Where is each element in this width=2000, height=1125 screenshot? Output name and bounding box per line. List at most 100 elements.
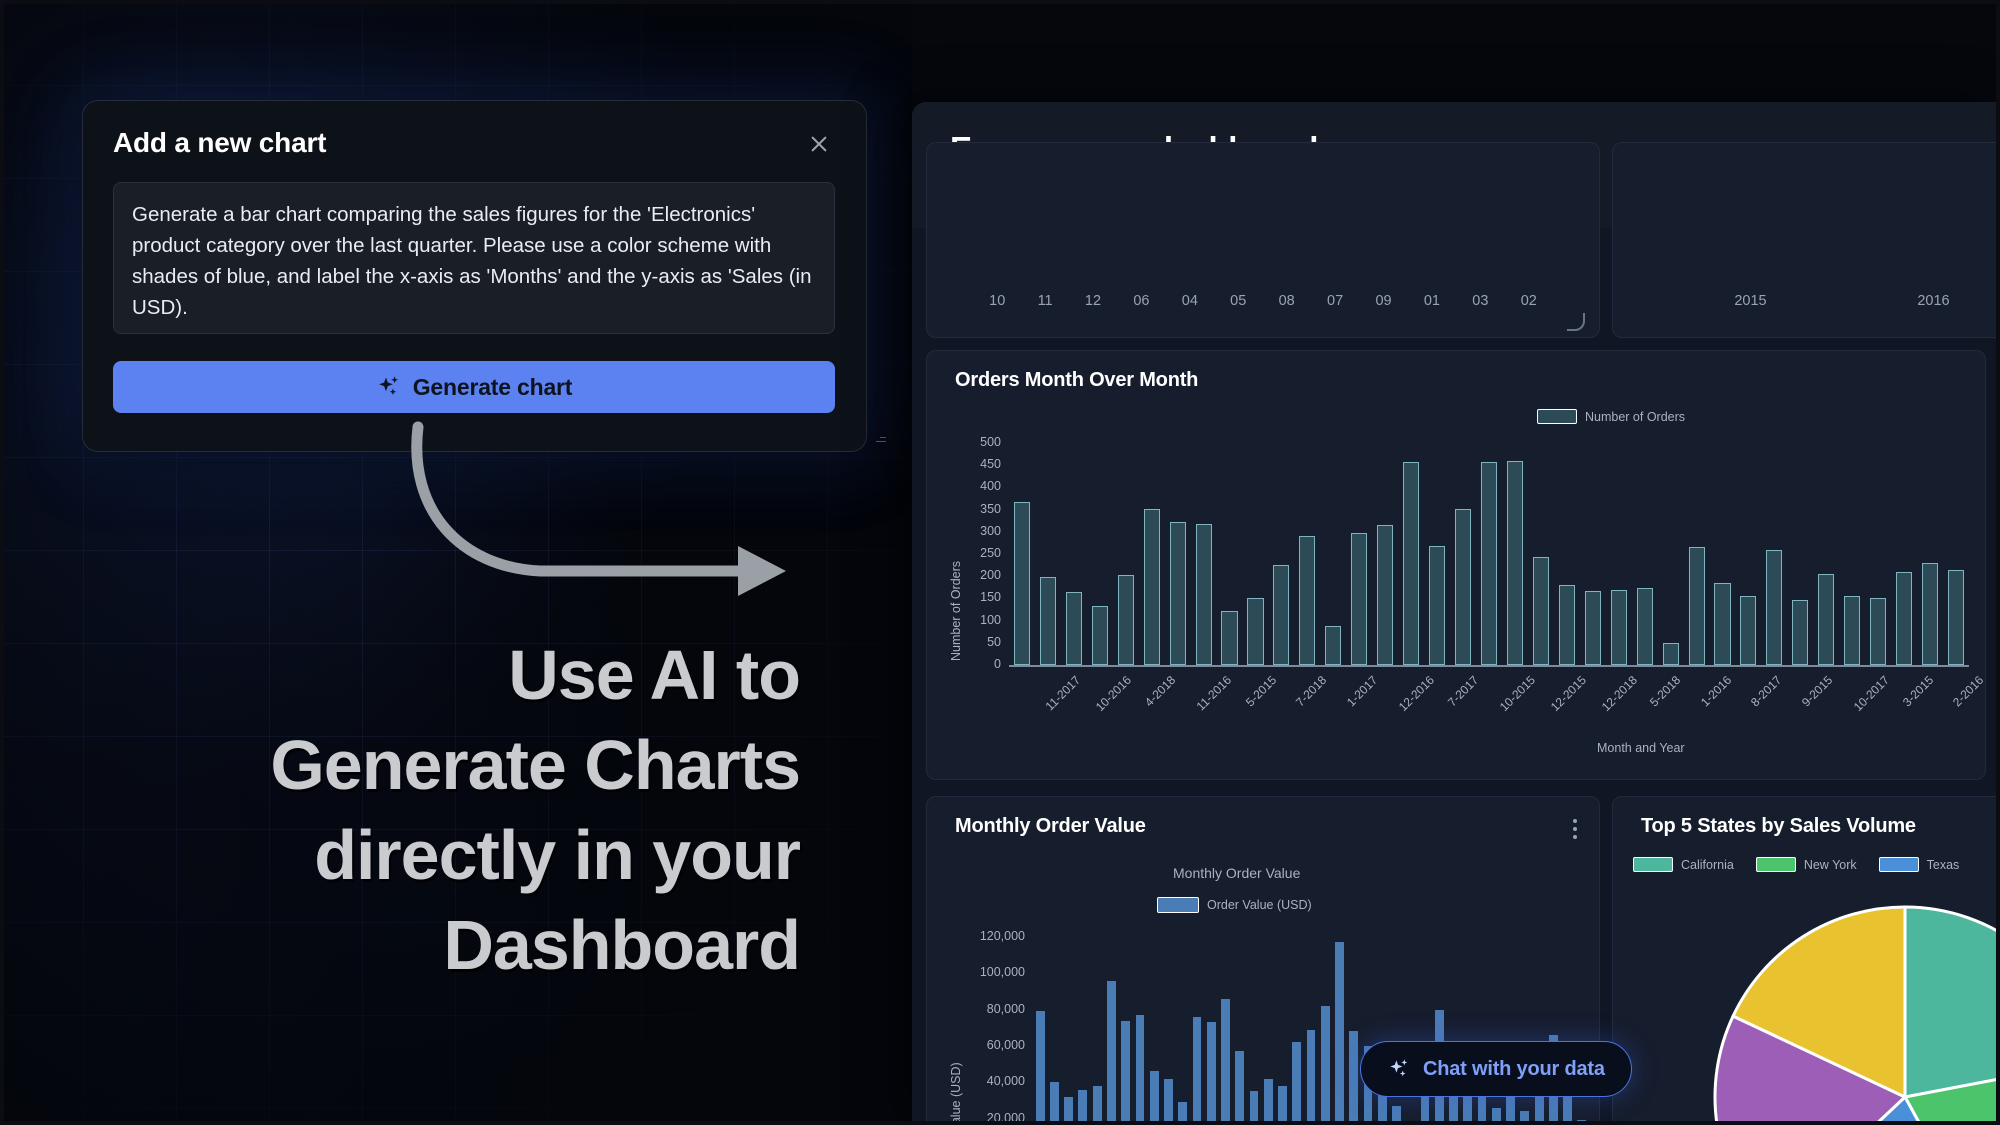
kebab-menu-icon[interactable] (1573, 819, 1577, 843)
legend-swatch (1755, 857, 1796, 872)
headline: Use AI to Generate Charts directly in yo… (40, 630, 801, 990)
bar (1818, 573, 1835, 665)
curved-arrow-icon (411, 421, 786, 596)
x-axis-tick: 11-2016 (1193, 673, 1235, 714)
dashboard-panel: E-commerce dashboard Layout Data sources… (912, 102, 2000, 1125)
bar (1377, 525, 1394, 665)
headline-line-4: Dashboard (443, 906, 801, 984)
x-axis-tick: 7-2017 (1444, 673, 1482, 710)
card-title-orders: Orders Month Over Month (955, 369, 1199, 391)
legend-label: New York (1803, 857, 1857, 872)
bar (1520, 1111, 1530, 1125)
bar (1870, 598, 1887, 665)
y-axis-tick: 120,000 (979, 929, 1025, 943)
generate-chart-button[interactable]: Generate chart (113, 361, 835, 413)
close-icon[interactable] (802, 127, 836, 161)
bar (1636, 588, 1653, 665)
bar (1106, 980, 1116, 1125)
axis-tick-label: 02 (1520, 293, 1537, 309)
x-axis-tick: 3-2015 (1899, 673, 1936, 710)
chat-pill-label: Chat with your data (1423, 1057, 1605, 1080)
legend-label: Order Value (USD) (1207, 898, 1312, 912)
bar (1247, 597, 1264, 665)
axis-tick-label: 12 (1084, 293, 1102, 309)
bar (1792, 600, 1809, 665)
year-tick-labels: 2015 2016 (1613, 293, 2000, 309)
bar (1429, 545, 1446, 665)
x-axis-line (1009, 665, 1969, 667)
axis-tick-label: 2016 (1917, 293, 1950, 309)
axis-tick-label: 09 (1375, 293, 1392, 309)
y-axis-tick: 450 (980, 457, 1001, 472)
y-axis-label-orders: Number of Orders (949, 560, 963, 661)
bar (1896, 572, 1913, 665)
legend-label: Texas (1926, 857, 1960, 872)
legend-label: California (1681, 857, 1734, 872)
legend-mov: Order Value (USD) (1157, 897, 1312, 913)
bar (1064, 1096, 1074, 1125)
x-axis-tick: 8-2017 (1748, 673, 1785, 710)
bar (1584, 590, 1601, 665)
y-axis-tick: 500 (980, 435, 1001, 449)
y-axis-tick: 350 (980, 501, 1001, 516)
bar (1766, 550, 1783, 665)
orders-plot-area: 0 50 100 150 200 250 300 350 400 450 500 11-2017 10-… (980, 435, 1985, 714)
x-axis-tick: 10-2016 (1093, 673, 1135, 715)
bar (1740, 596, 1757, 665)
bar (1192, 1016, 1202, 1125)
legend-orders: Number of Orders (1537, 409, 1685, 424)
y-axis-tick: 100,000 (979, 965, 1025, 980)
y-axis-tick: 250 (980, 546, 1001, 560)
bar (1169, 521, 1186, 665)
resize-corner-icon[interactable] (1567, 313, 1585, 331)
bar (1078, 1089, 1088, 1125)
axis-tick-label: 05 (1230, 293, 1247, 309)
card-orders-month-over-month: Orders Month Over Month Number of Orders… (926, 350, 1986, 780)
bar (1278, 1085, 1287, 1125)
bar (1091, 605, 1108, 665)
bar (1149, 1071, 1159, 1125)
generate-chart-label: Generate chart (412, 373, 573, 400)
chat-with-your-data-button[interactable]: Chat with your data (1360, 1041, 1632, 1097)
bar (1532, 557, 1549, 665)
bar (1299, 535, 1316, 665)
legend-label: Number of Orders (1585, 409, 1686, 424)
chart-prompt-input[interactable] (113, 182, 835, 334)
x-axis-tick: 12-2016 (1396, 673, 1438, 715)
axis-tick-label: 07 (1327, 293, 1344, 309)
bar (1035, 1011, 1045, 1125)
bar (1610, 589, 1627, 665)
headline-line-3: directly in your (314, 816, 801, 894)
bar (1349, 1031, 1359, 1125)
bar (1121, 1020, 1131, 1125)
axis-tick-label: 10 (989, 293, 1006, 309)
x-axis-tick: 2-2016 (1950, 673, 1986, 710)
legend-swatch (1878, 857, 1919, 872)
bar (1273, 564, 1290, 665)
y-axis-tick: 200 (980, 568, 1001, 583)
bar (1221, 611, 1238, 665)
y-axis-tick: 0 (994, 657, 1001, 671)
card-monthly-breakdown-partial: 10 11 12 06 04 05 08 07 09 01 03 02 (926, 142, 1600, 338)
chart-subtitle-mov: Monthly Order Value (1173, 865, 1301, 881)
x-axis-tick: 1-2016 (1697, 673, 1734, 710)
bar (1235, 1051, 1245, 1125)
x-axis-tick: 4-2018 (1141, 673, 1179, 710)
bar (1164, 1078, 1173, 1125)
add-chart-modal: Add a new chart Generate chart (82, 100, 886, 452)
bar (1922, 562, 1939, 665)
bar (1195, 523, 1212, 665)
bar (1688, 547, 1705, 665)
bar (1392, 1105, 1401, 1125)
bar (1420, 1095, 1430, 1125)
legend-item: Texas (1878, 857, 1960, 872)
bar (1506, 460, 1523, 665)
axis-tick-label: 03 (1472, 293, 1489, 309)
bar (1335, 942, 1344, 1125)
dashboard-body: 10 11 12 06 04 05 08 07 09 01 03 02 2015 2016 Orders… (912, 142, 2000, 1125)
x-axis-tick: 7-2018 (1293, 673, 1330, 710)
pie-slice (1903, 905, 2000, 1099)
card-top-5-states: Top 5 States by Sales Volume California N… (1612, 796, 2000, 1125)
sparkles-icon (378, 376, 398, 396)
legend-item: New York (1755, 857, 1857, 872)
